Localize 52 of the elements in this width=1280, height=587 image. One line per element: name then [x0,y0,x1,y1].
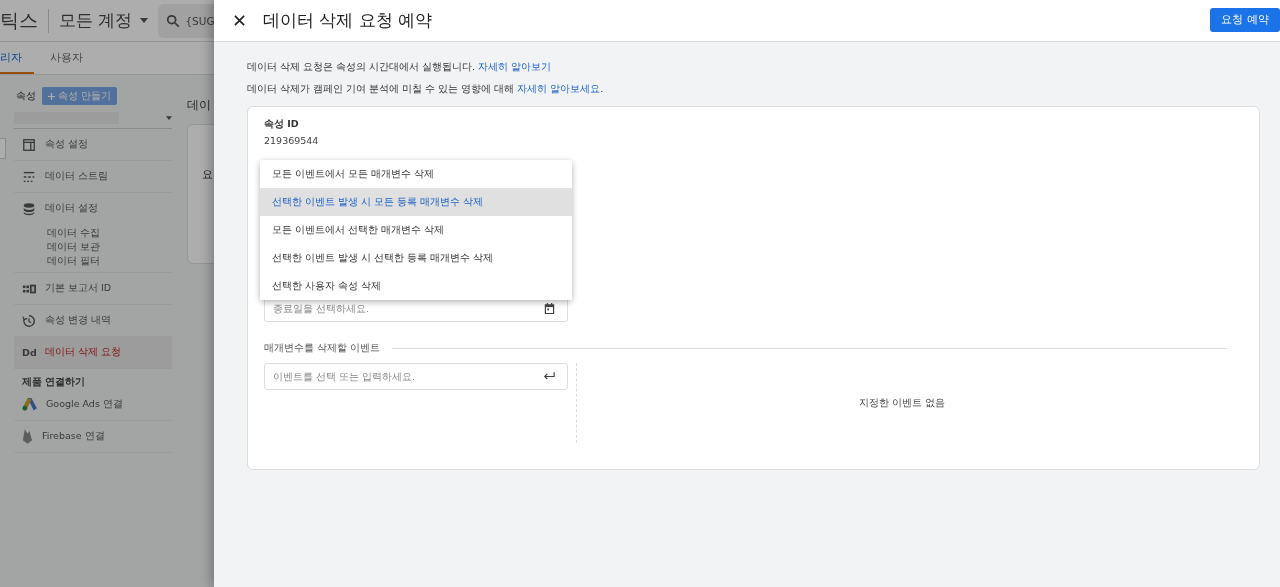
plus-icon [48,92,55,100]
search-text: {SUG [185,14,215,27]
page-title: 데이 [187,97,212,114]
schedule-request-button[interactable]: 요청 예약 [1210,8,1280,32]
tab[interactable]: 사용자 [50,42,95,74]
empty-message: 지정한 이벤트 없음 [858,396,945,410]
info-text: 데이터 삭제가 캠페인 기여 분석에 미칠 수 있는 영향에 대해 자세히 알아보세요. [247,82,605,96]
learn-more-link[interactable]: 자세히 알아보세요 [517,83,601,94]
calendar-icon [544,303,555,314]
sidebar-item[interactable]: Dd 데이터 삭제 요청 [14,337,172,369]
sidebar-item[interactable]: 속성 설정 [14,129,172,161]
column-header: 요 [202,168,213,181]
section-title: 제품 연결하기 [22,375,87,389]
sidebar-item[interactable]: Google Ads 연결 [14,389,172,421]
product-title: 틱스 [0,7,38,33]
field-label: 속성 ID [264,118,300,131]
menu-item[interactable]: 선택한 사용자 속성 삭제 [260,272,572,300]
dd-icon: Dd [22,347,36,358]
tab[interactable]: 리자 [0,42,34,74]
caret-icon [166,116,172,120]
property-label: 속성 [16,89,36,103]
triangle-logo-icon [22,398,37,411]
menu-item[interactable]: 모든 이벤트에서 선택한 매개변수 삭제 [260,216,572,244]
stream-icon [22,169,36,184]
event-input[interactable]: 이벤트를 선택 또는 입력하세요. [264,363,568,390]
menu-item[interactable]: 선택한 이벤트 발생 시 선택한 등록 매개변수 삭제 [260,244,572,272]
sidebar-item[interactable]: 데이터 설정 [14,193,172,224]
property-id: 219369544 [264,135,320,146]
menu-item[interactable]: 선택한 이벤트 발생 시 모든 등록 매개변수 삭제 [260,188,572,216]
sidebar-subitem[interactable]: 데이터 보관 [47,241,172,254]
close-icon [234,15,245,26]
sidebar-subitem[interactable]: 데이터 수집 [47,227,172,240]
sidebar-item[interactable]: 데이터 스트림 [14,161,172,193]
layout-icon [22,137,36,152]
enter-icon [543,372,555,381]
info-text: 데이터 삭제 요청은 속성의 시간대에서 실행됩니다. 자세히 알아보기 [247,60,553,74]
caret-icon [140,18,149,23]
flame-icon [22,429,33,444]
sidebar-subitem[interactable]: 데이터 필터 [47,255,172,268]
history-icon [22,313,36,328]
database-icon [22,201,36,216]
left-edge-box [0,138,6,159]
learn-more-link[interactable]: 자세히 알아보기 [478,61,552,72]
section-title: 매개변수를 삭제할 이벤트 [264,342,381,355]
sidebar-item[interactable]: 기본 보고서 ID [14,273,172,305]
sidebar-item[interactable]: Firebase 연결 [14,421,172,453]
search-icon [166,13,181,28]
account-selector[interactable]: 모든 계정 [59,9,149,32]
panel-title: 데이터 삭제 요청 예약 [263,9,434,32]
event-text-input[interactable]: 이벤트를 선택 또는 입력하세요. [265,364,543,389]
close-button[interactable] [232,13,247,28]
menu-item[interactable]: 모든 이벤트에서 모든 매개변수 삭제 [260,160,572,188]
